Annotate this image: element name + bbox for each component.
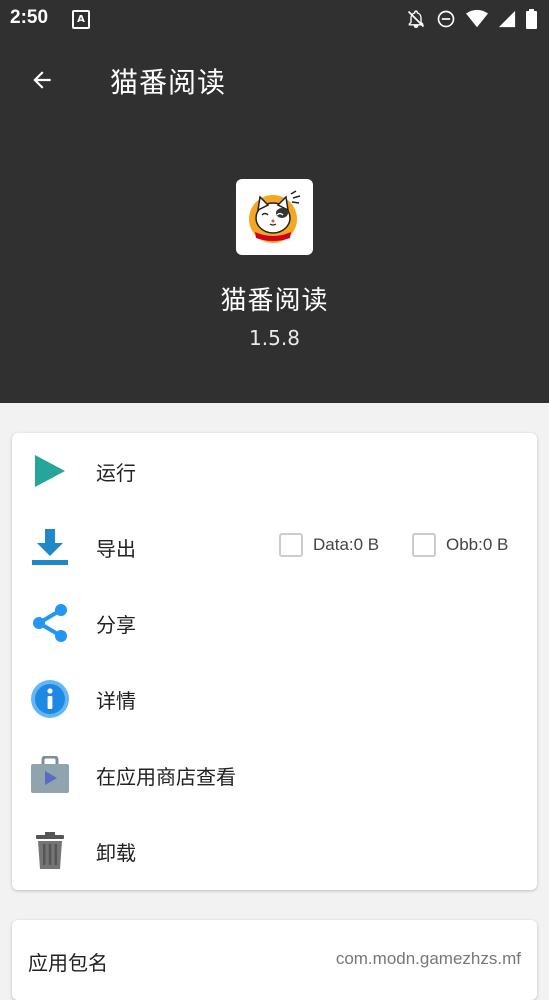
action-export-label: 导出	[96, 537, 136, 561]
action-run-label: 运行	[96, 461, 136, 485]
data-checkbox[interactable]: Data:0 B	[279, 533, 379, 557]
back-button[interactable]	[22, 60, 62, 100]
trash-icon	[30, 831, 70, 871]
package-name-label: 应用包名	[28, 951, 108, 975]
do-not-disturb-icon	[437, 10, 455, 28]
download-icon	[30, 527, 70, 567]
action-view-in-store[interactable]: 在应用商店查看	[12, 737, 537, 813]
action-view-in-store-label: 在应用商店查看	[96, 765, 236, 789]
obb-checkbox[interactable]: Obb:0 B	[412, 533, 508, 557]
action-uninstall-label: 卸载	[96, 841, 136, 865]
obb-checkbox-label: Obb:0 B	[446, 535, 509, 554]
share-icon	[30, 603, 70, 643]
action-uninstall[interactable]: 卸载	[12, 813, 537, 889]
battery-icon	[526, 9, 537, 29]
status-time: 2:50	[10, 7, 49, 28]
app-bar: 猫番阅读	[0, 38, 549, 122]
status-icons	[406, 8, 537, 30]
play-icon	[30, 451, 70, 491]
notifications-off-icon	[407, 10, 425, 29]
app-name: 猫番阅读	[220, 286, 329, 316]
action-share[interactable]: 分享	[12, 585, 537, 661]
app-icon	[236, 179, 313, 255]
action-details-label: 详情	[96, 689, 136, 713]
store-icon	[30, 755, 70, 795]
app-version: 1.5.8	[249, 326, 300, 350]
signal-icon	[498, 10, 516, 28]
action-details[interactable]: 详情	[12, 661, 537, 737]
action-share-label: 分享	[96, 613, 136, 637]
notification-badge: A	[72, 10, 90, 29]
status-bar: 2:50 A	[0, 0, 549, 38]
package-name-value: com.modn.gamezhzs.mf	[335, 949, 521, 968]
actions-card: 运行 导出 Data:0 B Obb:0 B 分享 详情 在应用商店查看 卸载	[12, 433, 537, 890]
app-header: 猫番阅读 1.5.8	[0, 122, 549, 403]
action-export[interactable]: 导出 Data:0 B Obb:0 B	[12, 509, 537, 585]
cat-logo-icon	[248, 190, 300, 243]
data-checkbox-box[interactable]	[279, 533, 303, 557]
action-run[interactable]: 运行	[12, 433, 537, 509]
wifi-icon	[466, 9, 488, 28]
obb-checkbox-box[interactable]	[412, 533, 436, 557]
page-title: 猫番阅读	[110, 66, 227, 99]
data-checkbox-label: Data:0 B	[313, 535, 380, 554]
package-info-card: 应用包名 com.modn.gamezhzs.mf	[12, 920, 537, 1000]
arrow-left-icon	[33, 71, 51, 89]
info-icon	[30, 679, 70, 719]
